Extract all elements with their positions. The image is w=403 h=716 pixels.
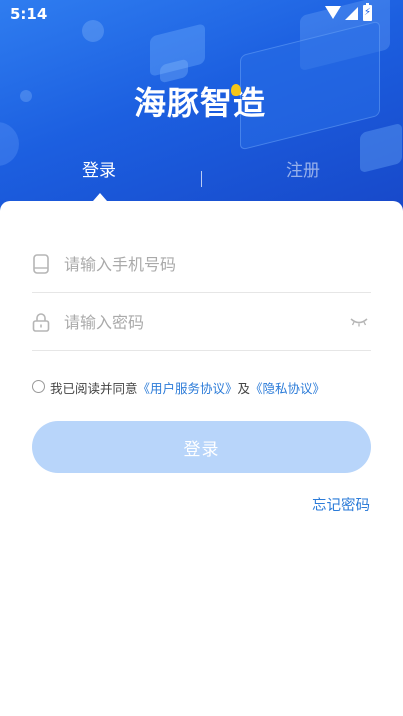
- phone-icon: [33, 254, 49, 274]
- eye-closed-icon[interactable]: [349, 313, 369, 329]
- phone-input[interactable]: [64, 249, 344, 279]
- tab-register[interactable]: 注册: [286, 156, 320, 181]
- bulb-icon: [231, 84, 241, 96]
- decor-box: [360, 122, 402, 174]
- phone-field: [32, 235, 371, 293]
- signal-icon: [345, 7, 358, 20]
- login-button[interactable]: 登录: [32, 421, 371, 473]
- battery-icon: ⚡: [363, 3, 372, 21]
- status-icons: ⚡: [325, 3, 373, 22]
- password-input[interactable]: [64, 307, 344, 337]
- status-bar: 5:14 ⚡: [0, 0, 403, 27]
- tab-login[interactable]: 登录: [82, 156, 116, 181]
- brand-logo: 海豚智造: [100, 78, 300, 124]
- brand-logo-text: 海豚智造: [133, 84, 266, 122]
- decor-circle: [0, 122, 19, 166]
- wifi-icon: [325, 6, 341, 19]
- forgot-password-link[interactable]: 忘记密码: [312, 494, 370, 515]
- agreement-text: 我已阅读并同意《用户服务协议》及《隐私协议》: [50, 378, 325, 397]
- lock-icon: [32, 313, 50, 332]
- decor-circle: [20, 90, 32, 102]
- header-banner: 5:14 ⚡ 海豚智造 登录 注册: [0, 0, 403, 215]
- tab-active-indicator: [93, 193, 107, 201]
- agreement-and: 及: [237, 381, 251, 396]
- privacy-link[interactable]: 《隐私协议》: [250, 381, 325, 396]
- user-agreement-link[interactable]: 《用户服务协议》: [138, 381, 238, 396]
- status-time: 5:14: [10, 5, 48, 23]
- agreement-checkbox[interactable]: [32, 380, 45, 393]
- agreement-prefix: 我已阅读并同意: [50, 381, 138, 396]
- tab-divider: [201, 171, 202, 187]
- password-field: [32, 293, 371, 351]
